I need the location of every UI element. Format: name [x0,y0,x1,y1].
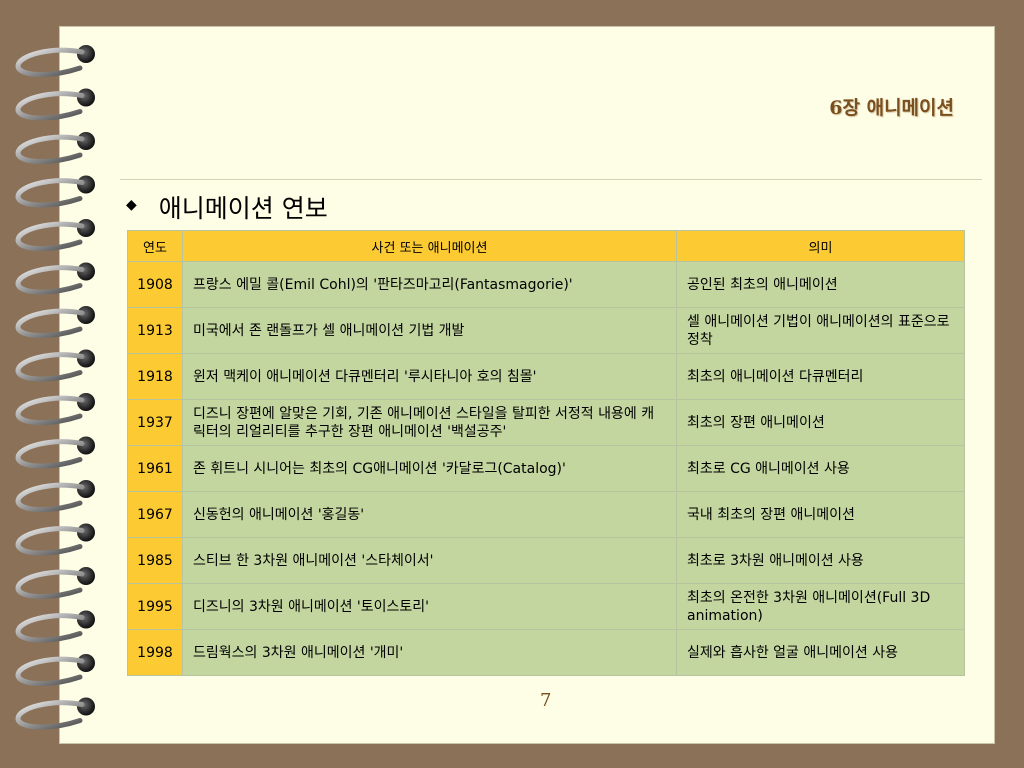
title-divider [120,179,982,180]
table-row: 1913 미국에서 존 랜돌프가 셀 애니메이션 기법 개발 셀 애니메이션 기… [127,307,965,354]
year-cell: 1961 [127,445,183,492]
table-row: 1998 드림웍스의 3차원 애니메이션 '개미' 실제와 흡사한 얼굴 애니메… [127,629,965,676]
event-cell: 신동헌의 애니메이션 '홍길동' [182,491,677,538]
meaning-cell: 국내 최초의 장편 애니메이션 [676,491,965,538]
year-cell: 1908 [127,261,183,308]
event-cell: 스티브 한 3차원 애니메이션 '스타체이서' [182,537,677,584]
year-cell: 1918 [127,353,183,400]
table-header-row: 연도 사건 또는 애니메이션 의미 [127,230,965,262]
spiral-ring-icon [15,610,95,643]
event-cell: 미국에서 존 랜돌프가 셀 애니메이션 기법 개발 [182,307,677,354]
header-year: 연도 [127,230,183,262]
spiral-ring-icon [15,567,95,600]
year-cell: 1985 [127,537,183,584]
event-cell: 디즈니의 3차원 애니메이션 '토이스토리' [182,583,677,630]
chapter-title: 6장 애니메이션 [829,97,954,119]
table-row: 1918 윈저 맥케이 애니메이션 다큐멘터리 '루시타니아 호의 침몰' 최초… [127,353,965,400]
event-cell: 윈저 맥케이 애니메이션 다큐멘터리 '루시타니아 호의 침몰' [182,353,677,400]
page-number: 7 [540,690,552,711]
spiral-ring-icon [15,436,95,469]
header-meaning: 의미 [676,230,965,262]
table-row: 1967 신동헌의 애니메이션 '홍길동' 국내 최초의 장편 애니메이션 [127,491,965,538]
slide-page: 6장 애니메이션 ◆ 애니메이션 연보 연도 사건 또는 애니메이션 의미 19… [60,27,994,743]
meaning-cell: 최초의 장편 애니메이션 [676,399,965,446]
year-cell: 1937 [127,399,183,446]
event-cell: 존 휘트니 시니어는 최초의 CG애니메이션 '카달로그(Catalog)' [182,445,677,492]
event-cell: 드림웍스의 3차원 애니메이션 '개미' [182,629,677,676]
year-cell: 1967 [127,491,183,538]
spiral-ring-icon [15,132,95,165]
table-row: 1937 디즈니 장편에 알맞은 기회, 기존 애니메이션 스타일을 탈피한 서… [127,399,965,446]
spiral-ring-icon [15,306,95,339]
section-heading: ◆ 애니메이션 연보 [126,189,328,225]
meaning-cell: 최초의 애니메이션 다큐멘터리 [676,353,965,400]
spiral-ring-icon [15,654,95,687]
meaning-cell: 최초로 CG 애니메이션 사용 [676,445,965,492]
diamond-bullet-icon: ◆ [126,197,137,213]
meaning-cell: 공인된 최초의 애니메이션 [676,261,965,308]
spiral-ring-icon [15,349,95,382]
section-heading-text: 애니메이션 연보 [158,194,328,223]
year-cell: 1995 [127,583,183,630]
table-row: 1995 디즈니의 3차원 애니메이션 '토이스토리' 최초의 온전한 3차원 … [127,583,965,630]
spiral-ring-icon [15,393,95,426]
table-row: 1985 스티브 한 3차원 애니메이션 '스타체이서' 최초로 3차원 애니메… [127,537,965,584]
spiral-ring-icon [15,262,95,295]
spiral-ring-icon [15,219,95,252]
year-cell: 1913 [127,307,183,354]
spiral-ring-icon [15,480,95,513]
meaning-cell: 최초의 온전한 3차원 애니메이션(Full 3D animation) [676,583,965,630]
header-event: 사건 또는 애니메이션 [182,230,677,262]
animation-timeline-table: 연도 사건 또는 애니메이션 의미 1908 프랑스 에밀 콜(Emil Coh… [127,230,965,676]
spiral-ring-icon [15,697,95,730]
spiral-ring-icon [15,45,95,78]
spiral-binding-icon [15,45,95,730]
year-cell: 1998 [127,629,183,676]
event-cell: 프랑스 에밀 콜(Emil Cohl)의 '판타즈마고리(Fantasmagor… [182,261,677,308]
spiral-ring-icon [15,88,95,121]
spiral-ring-icon [15,175,95,208]
meaning-cell: 셀 애니메이션 기법이 애니메이션의 표준으로 정착 [676,307,965,354]
event-cell: 디즈니 장편에 알맞은 기회, 기존 애니메이션 스타일을 탈피한 서정적 내용… [182,399,677,446]
table-row: 1961 존 휘트니 시니어는 최초의 CG애니메이션 '카달로그(Catalo… [127,445,965,492]
spiral-ring-icon [15,523,95,556]
meaning-cell: 실제와 흡사한 얼굴 애니메이션 사용 [676,629,965,676]
meaning-cell: 최초로 3차원 애니메이션 사용 [676,537,965,584]
table-row: 1908 프랑스 에밀 콜(Emil Cohl)의 '판타즈마고리(Fantas… [127,261,965,308]
